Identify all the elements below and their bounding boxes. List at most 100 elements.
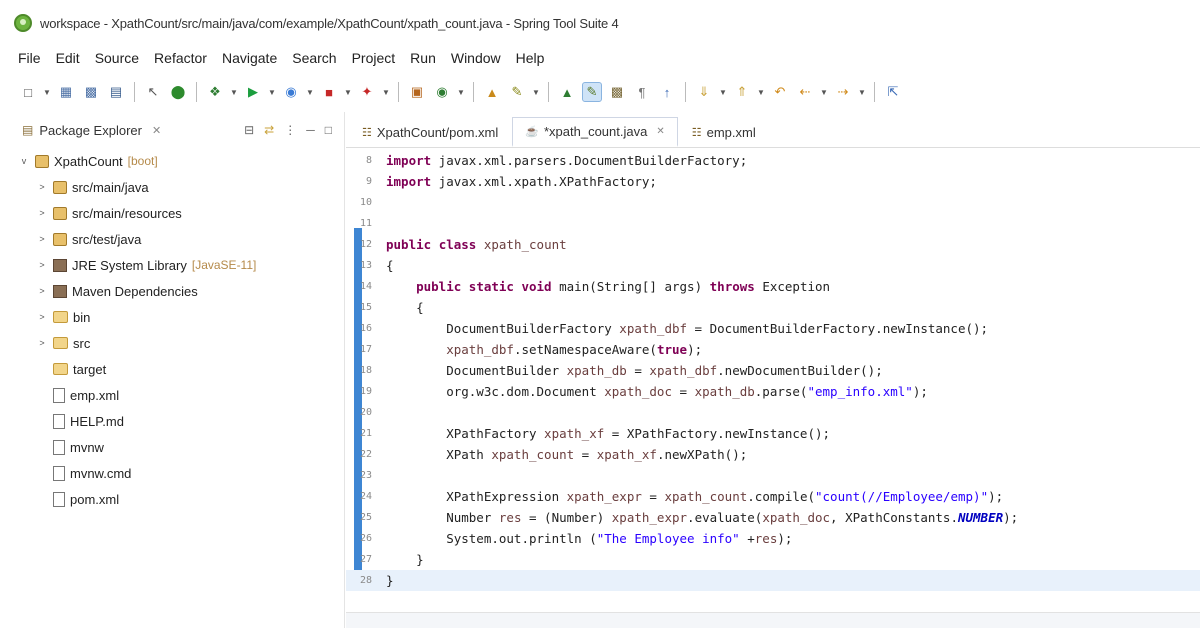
code-line[interactable]: 18 DocumentBuilder xpath_db = xpath_dbf.… — [346, 360, 1200, 381]
menu-file[interactable]: File — [18, 50, 41, 66]
pointer-icon[interactable]: ↖ — [143, 82, 163, 102]
code-line[interactable]: 12 public class xpath_count — [346, 234, 1200, 255]
new-java-project-icon[interactable]: ▣ — [407, 82, 427, 102]
open-task-icon[interactable]: ✎ — [507, 82, 527, 102]
maximize-icon[interactable]: □ — [325, 123, 332, 137]
code-line[interactable]: 10 — [346, 192, 1200, 213]
code-area[interactable]: 8 import javax.xml.parsers.DocumentBuilde… — [346, 148, 1200, 612]
view-menu-icon[interactable]: ⋮ — [284, 123, 296, 137]
collapse-all-icon[interactable]: ⊟ — [244, 123, 254, 137]
collapsed-chevron-icon[interactable]: > — [36, 338, 48, 348]
menu-navigate[interactable]: Navigate — [222, 50, 277, 66]
boot-dashboard-icon[interactable]: ⬤ — [168, 82, 188, 102]
coverage-dropdown-icon[interactable]: ▼ — [306, 88, 314, 97]
code-line[interactable]: 19 org.w3c.dom.Document xpath_doc = xpat… — [346, 381, 1200, 402]
menu-edit[interactable]: Edit — [56, 50, 80, 66]
next-annotation-icon[interactable]: ⇓ — [694, 82, 714, 102]
tree-item[interactable]: > JRE System Library [JavaSE-11] — [18, 252, 344, 278]
forward-icon[interactable]: ⇢ — [833, 82, 853, 102]
annotation-up-icon[interactable]: ↑ — [657, 82, 677, 102]
print-icon[interactable]: ▤ — [106, 82, 126, 102]
new-class-icon[interactable]: ◉ — [432, 82, 452, 102]
tree-item[interactable]: pom.xml — [18, 486, 344, 512]
minimize-icon[interactable]: ─ — [306, 123, 315, 137]
collapsed-chevron-icon[interactable]: > — [36, 260, 48, 270]
run-icon[interactable]: ▶ — [243, 82, 263, 102]
tree-item[interactable]: > src — [18, 330, 344, 356]
debug-dropdown-icon[interactable]: ▼ — [230, 88, 238, 97]
code-line[interactable]: 25 Number res = (Number) xpath_expr.eval… — [346, 507, 1200, 528]
tree-item[interactable]: emp.xml — [18, 382, 344, 408]
stop-icon[interactable]: ■ — [319, 82, 339, 102]
tree-item[interactable]: > bin — [18, 304, 344, 330]
tree-item[interactable]: target — [18, 356, 344, 382]
expanded-chevron-icon[interactable]: v — [18, 156, 30, 166]
previous-annotation-dropdown-icon[interactable]: ▼ — [757, 88, 765, 97]
collapsed-chevron-icon[interactable]: > — [36, 182, 48, 192]
toggle-breadcrumb-icon[interactable]: ▲ — [557, 82, 577, 102]
tree-item[interactable]: mvnw.cmd — [18, 460, 344, 486]
code-line[interactable]: 14 public static void main(String[] args… — [346, 276, 1200, 297]
run-dropdown-icon[interactable]: ▼ — [268, 88, 276, 97]
external-tools-icon[interactable]: ✦ — [357, 82, 377, 102]
editor-tab[interactable]: ☕ *xpath_count.java ✕ — [512, 117, 678, 147]
new-class-dropdown-icon[interactable]: ▼ — [457, 88, 465, 97]
code-line[interactable]: 17 xpath_dbf.setNamespaceAware(true); — [346, 339, 1200, 360]
code-line[interactable]: 9 import javax.xml.xpath.XPathFactory; — [346, 171, 1200, 192]
menu-help[interactable]: Help — [516, 50, 545, 66]
menu-search[interactable]: Search — [292, 50, 336, 66]
new-dropdown-icon[interactable]: ▼ — [43, 88, 51, 97]
code-line[interactable]: 23 — [346, 465, 1200, 486]
back-dropdown-icon[interactable]: ▼ — [820, 88, 828, 97]
collapsed-chevron-icon[interactable]: > — [36, 234, 48, 244]
code-line[interactable]: 27 } — [346, 549, 1200, 570]
code-line[interactable]: 20 — [346, 402, 1200, 423]
menu-run[interactable]: Run — [410, 50, 436, 66]
tree-item[interactable]: HELP.md — [18, 408, 344, 434]
collapsed-chevron-icon[interactable]: > — [36, 312, 48, 322]
menu-refactor[interactable]: Refactor — [154, 50, 207, 66]
code-line[interactable]: 24 XPathExpression xpath_expr = xpath_co… — [346, 486, 1200, 507]
tree-item[interactable]: > Maven Dependencies — [18, 278, 344, 304]
code-line[interactable]: 16 DocumentBuilderFactory xpath_dbf = Do… — [346, 318, 1200, 339]
debug-icon[interactable]: ❖ — [205, 82, 225, 102]
toggle-block-selection-icon[interactable]: ▩ — [607, 82, 627, 102]
back-icon[interactable]: ⇠ — [795, 82, 815, 102]
code-line[interactable]: 21 XPathFactory xpath_xf = XPathFactory.… — [346, 423, 1200, 444]
code-line[interactable]: 8 import javax.xml.parsers.DocumentBuilde… — [346, 150, 1200, 171]
toggle-mark-occurrences-icon[interactable]: ✎ — [582, 82, 602, 102]
link-with-editor-icon[interactable]: ⇄ — [264, 123, 274, 137]
save-all-icon[interactable]: ▩ — [81, 82, 101, 102]
tree-item[interactable]: v XpathCount [boot] — [18, 148, 344, 174]
stop-dropdown-icon[interactable]: ▼ — [344, 88, 352, 97]
code-line[interactable]: 22 XPath xpath_count = xpath_xf.newXPath… — [346, 444, 1200, 465]
package-explorer-tab[interactable]: ▤ Package Explorer ✕ ⊟ ⇄ ⋮ ─ □ — [0, 112, 344, 148]
code-line[interactable]: 15 { — [346, 297, 1200, 318]
last-edit-location-icon[interactable]: ↶ — [770, 82, 790, 102]
code-line[interactable]: 11 — [346, 213, 1200, 234]
close-tab-icon[interactable]: ✕ — [656, 126, 664, 137]
tree-item[interactable]: mvnw — [18, 434, 344, 460]
collapsed-chevron-icon[interactable]: > — [36, 286, 48, 296]
next-annotation-dropdown-icon[interactable]: ▼ — [719, 88, 727, 97]
forward-dropdown-icon[interactable]: ▼ — [858, 88, 866, 97]
menu-project[interactable]: Project — [352, 50, 396, 66]
code-line[interactable]: 28} — [346, 570, 1200, 591]
editor-tab[interactable]: ☷ emp.xml — [680, 117, 768, 147]
menu-window[interactable]: Window — [451, 50, 501, 66]
menu-source[interactable]: Source — [95, 50, 139, 66]
pin-editor-icon[interactable]: ⇱ — [883, 82, 903, 102]
show-whitespace-icon[interactable]: ¶ — [632, 82, 652, 102]
collapsed-chevron-icon[interactable]: > — [36, 208, 48, 218]
code-line[interactable]: 13 { — [346, 255, 1200, 276]
code-line[interactable]: 26 System.out.println ("The Employee inf… — [346, 528, 1200, 549]
tree-item[interactable]: > src/test/java — [18, 226, 344, 252]
previous-annotation-icon[interactable]: ⇑ — [732, 82, 752, 102]
editor-tab[interactable]: ☷ XpathCount/pom.xml — [350, 117, 510, 147]
coverage-icon[interactable]: ◉ — [281, 82, 301, 102]
close-view-icon[interactable]: ✕ — [152, 124, 161, 137]
tree-item[interactable]: > src/main/resources — [18, 200, 344, 226]
open-type-icon[interactable]: ▲ — [482, 82, 502, 102]
tree-item[interactable]: > src/main/java — [18, 174, 344, 200]
external-tools-dropdown-icon[interactable]: ▼ — [382, 88, 390, 97]
